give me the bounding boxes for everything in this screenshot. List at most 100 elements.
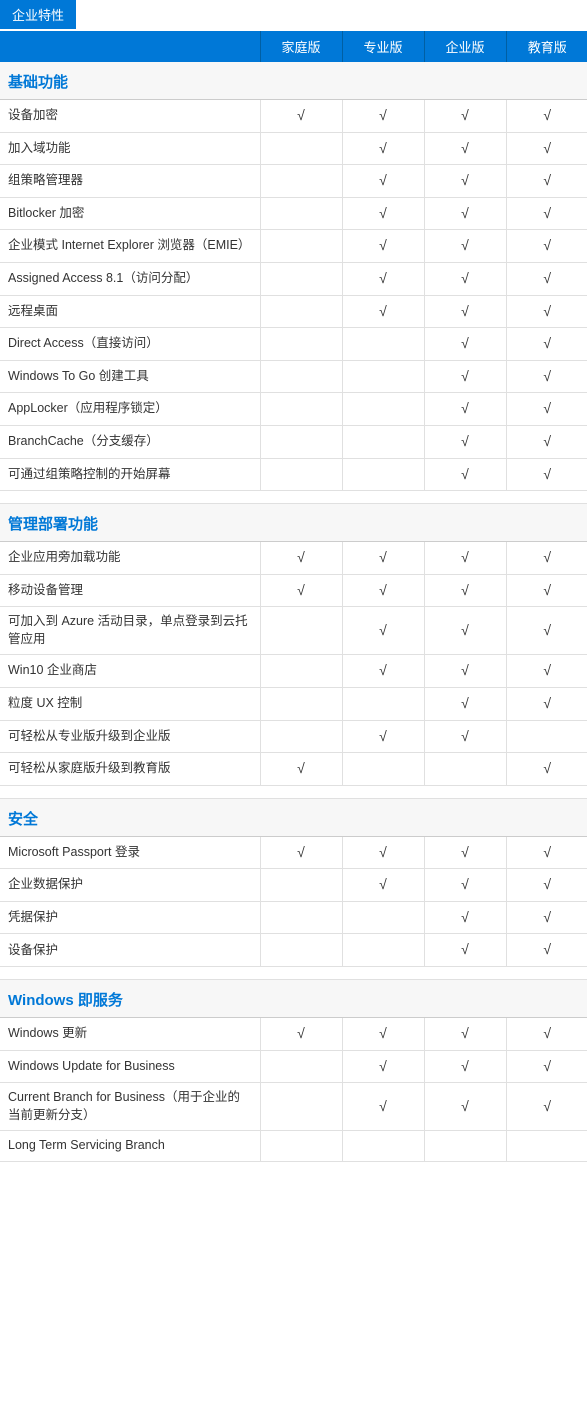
feature-label-1-0: 企业应用旁加载功能 bbox=[0, 542, 260, 575]
check-ent-1-5: √ bbox=[424, 720, 506, 753]
feature-label-2-2: 凭据保护 bbox=[0, 901, 260, 934]
check-home-3-3 bbox=[260, 1131, 342, 1162]
check-pro-3-0: √ bbox=[342, 1018, 424, 1051]
table-row: Assigned Access 8.1（访问分配）√√√ bbox=[0, 262, 587, 295]
table-row: 设备加密√√√√ bbox=[0, 100, 587, 133]
check-edu-0-8: √ bbox=[506, 360, 587, 393]
check-edu-3-2: √ bbox=[506, 1083, 587, 1131]
table-row: 可通过组策略控制的开始屏幕√√ bbox=[0, 458, 587, 491]
check-home-3-2 bbox=[260, 1083, 342, 1131]
feature-label-1-6: 可轻松从家庭版升级到教育版 bbox=[0, 753, 260, 786]
check-ent-2-1: √ bbox=[424, 869, 506, 902]
check-ent-3-2: √ bbox=[424, 1083, 506, 1131]
check-home-0-2 bbox=[260, 165, 342, 198]
check-home-0-4 bbox=[260, 230, 342, 263]
check-home-0-8 bbox=[260, 360, 342, 393]
section-title-0: 基础功能 bbox=[0, 62, 587, 100]
check-home-0-0: √ bbox=[260, 100, 342, 133]
table-row: 可轻松从家庭版升级到教育版√√ bbox=[0, 753, 587, 786]
check-ent-1-1: √ bbox=[424, 574, 506, 607]
check-edu-1-4: √ bbox=[506, 687, 587, 720]
check-edu-0-6: √ bbox=[506, 295, 587, 328]
check-ent-0-10: √ bbox=[424, 425, 506, 458]
col-home-header: 家庭版 bbox=[260, 31, 342, 62]
check-edu-1-3: √ bbox=[506, 655, 587, 688]
feature-label-1-2: 可加入到 Azure 活动目录，单点登录到云托管应用 bbox=[0, 607, 260, 655]
check-ent-0-8: √ bbox=[424, 360, 506, 393]
check-home-2-2 bbox=[260, 901, 342, 934]
table-row: 粒度 UX 控制√√ bbox=[0, 687, 587, 720]
check-pro-0-7 bbox=[342, 328, 424, 361]
page-header: 企业特性 bbox=[0, 0, 587, 31]
check-home-1-1: √ bbox=[260, 574, 342, 607]
check-edu-0-1: √ bbox=[506, 132, 587, 165]
table-row: Windows 更新√√√√ bbox=[0, 1018, 587, 1051]
table-row: 企业模式 Internet Explorer 浏览器（EMIE）√√√ bbox=[0, 230, 587, 263]
check-edu-1-0: √ bbox=[506, 542, 587, 575]
check-pro-2-0: √ bbox=[342, 836, 424, 869]
check-pro-2-3 bbox=[342, 934, 424, 967]
feature-label-3-1: Windows Update for Business bbox=[0, 1050, 260, 1083]
check-home-1-4 bbox=[260, 687, 342, 720]
check-edu-1-2: √ bbox=[506, 607, 587, 655]
check-edu-3-3 bbox=[506, 1131, 587, 1162]
feature-label-0-2: 组策略管理器 bbox=[0, 165, 260, 198]
feature-label-3-0: Windows 更新 bbox=[0, 1018, 260, 1051]
check-home-0-6 bbox=[260, 295, 342, 328]
feature-label-1-1: 移动设备管理 bbox=[0, 574, 260, 607]
feature-label-0-9: AppLocker（应用程序锁定） bbox=[0, 393, 260, 426]
check-pro-1-6 bbox=[342, 753, 424, 786]
feature-table: 家庭版 专业版 企业版 教育版 基础功能设备加密√√√√加入域功能√√√组策略管… bbox=[0, 31, 587, 1174]
check-home-0-10 bbox=[260, 425, 342, 458]
check-home-0-7 bbox=[260, 328, 342, 361]
check-home-1-2 bbox=[260, 607, 342, 655]
table-row: 可加入到 Azure 活动目录，单点登录到云托管应用√√√ bbox=[0, 607, 587, 655]
check-home-0-11 bbox=[260, 458, 342, 491]
check-home-0-1 bbox=[260, 132, 342, 165]
feature-label-0-0: 设备加密 bbox=[0, 100, 260, 133]
check-edu-3-0: √ bbox=[506, 1018, 587, 1051]
check-ent-0-6: √ bbox=[424, 295, 506, 328]
table-row: 移动设备管理√√√√ bbox=[0, 574, 587, 607]
check-edu-2-1: √ bbox=[506, 869, 587, 902]
feature-label-1-4: 粒度 UX 控制 bbox=[0, 687, 260, 720]
check-edu-2-3: √ bbox=[506, 934, 587, 967]
check-pro-0-9 bbox=[342, 393, 424, 426]
check-edu-0-10: √ bbox=[506, 425, 587, 458]
check-home-0-9 bbox=[260, 393, 342, 426]
check-pro-3-2: √ bbox=[342, 1083, 424, 1131]
table-row: Long Term Servicing Branch bbox=[0, 1131, 587, 1162]
feature-label-3-2: Current Branch for Business（用于企业的当前更新分支） bbox=[0, 1083, 260, 1131]
check-edu-0-11: √ bbox=[506, 458, 587, 491]
check-edu-1-5 bbox=[506, 720, 587, 753]
check-pro-2-2 bbox=[342, 901, 424, 934]
check-pro-0-3: √ bbox=[342, 197, 424, 230]
feature-label-0-5: Assigned Access 8.1（访问分配） bbox=[0, 262, 260, 295]
check-ent-2-2: √ bbox=[424, 901, 506, 934]
table-row: Bitlocker 加密√√√ bbox=[0, 197, 587, 230]
col-pro-header: 专业版 bbox=[342, 31, 424, 62]
check-edu-0-0: √ bbox=[506, 100, 587, 133]
feature-label-2-1: 企业数据保护 bbox=[0, 869, 260, 902]
section-title-2: 安全 bbox=[0, 798, 587, 836]
check-pro-2-1: √ bbox=[342, 869, 424, 902]
check-pro-0-10 bbox=[342, 425, 424, 458]
check-edu-0-5: √ bbox=[506, 262, 587, 295]
feature-label-3-3: Long Term Servicing Branch bbox=[0, 1131, 260, 1162]
check-ent-3-3 bbox=[424, 1131, 506, 1162]
check-edu-3-1: √ bbox=[506, 1050, 587, 1083]
feature-label-0-11: 可通过组策略控制的开始屏幕 bbox=[0, 458, 260, 491]
table-row: 加入域功能√√√ bbox=[0, 132, 587, 165]
check-ent-0-0: √ bbox=[424, 100, 506, 133]
check-pro-0-8 bbox=[342, 360, 424, 393]
col-edu-header: 教育版 bbox=[506, 31, 587, 62]
table-row: 远程桌面√√√ bbox=[0, 295, 587, 328]
check-edu-1-1: √ bbox=[506, 574, 587, 607]
table-row: Windows Update for Business√√√ bbox=[0, 1050, 587, 1083]
check-edu-0-9: √ bbox=[506, 393, 587, 426]
check-ent-0-5: √ bbox=[424, 262, 506, 295]
feature-label-0-8: Windows To Go 创建工具 bbox=[0, 360, 260, 393]
check-edu-0-2: √ bbox=[506, 165, 587, 198]
check-pro-1-3: √ bbox=[342, 655, 424, 688]
table-row: Windows To Go 创建工具 √√ bbox=[0, 360, 587, 393]
